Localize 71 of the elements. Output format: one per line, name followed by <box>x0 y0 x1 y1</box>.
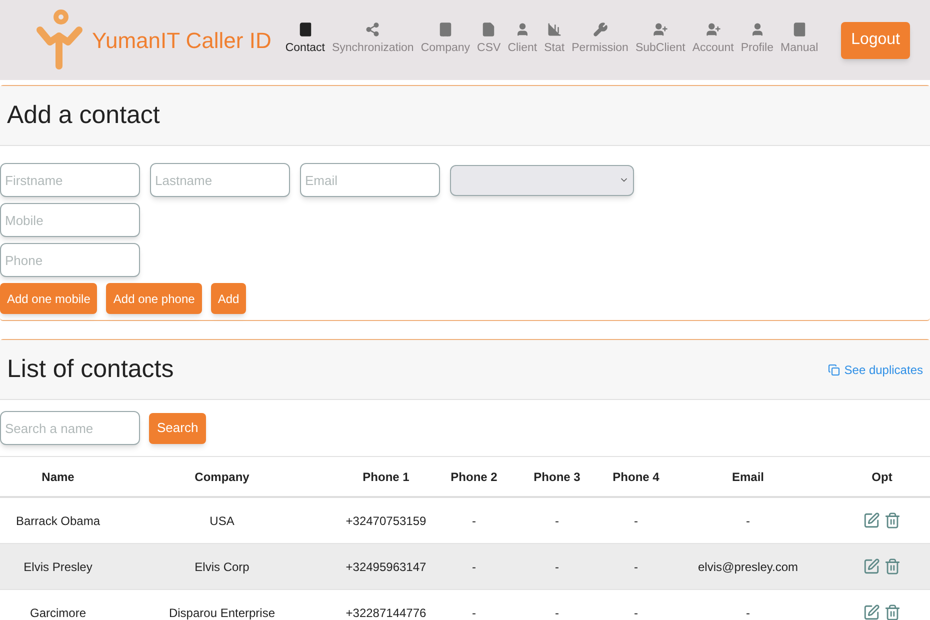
trash-icon[interactable] <box>884 512 901 529</box>
nav-tab[interactable]: Contact <box>285 22 325 58</box>
nav-tab[interactable]: Account <box>692 22 734 58</box>
user-plus-icon <box>652 22 668 38</box>
table-cell-text: +32287144776 <box>344 604 428 620</box>
dropdown-field[interactable] <box>450 164 634 196</box>
nav-tab[interactable]: Profile <box>740 22 774 58</box>
phone-field[interactable]: Phone <box>0 243 140 277</box>
add-button[interactable]: Add one phone <box>106 283 202 314</box>
search-field[interactable]: Search a name <box>0 411 140 445</box>
nav-tab[interactable]: Company <box>420 22 470 58</box>
table-cell-text: - <box>745 604 751 620</box>
table-cell-text: - <box>745 512 751 530</box>
see-duplicates-link[interactable]: See duplicates <box>828 360 923 378</box>
text-field[interactable]: Lastname <box>150 163 290 197</box>
user-plus-icon <box>706 22 721 38</box>
add-button[interactable]: Add one mobile <box>0 283 98 314</box>
column-header: Phone 4 <box>612 468 660 486</box>
logout-button[interactable]: Logout <box>841 22 910 58</box>
text-field[interactable]: Firstname <box>0 163 140 197</box>
card-title: List of contacts <box>7 354 174 385</box>
table-cell-text: elvis@presley.com <box>697 558 799 576</box>
table-cell-text: - <box>554 604 560 620</box>
user-icon <box>514 22 530 38</box>
column-header: Name <box>40 468 76 486</box>
logo-icon <box>34 8 84 72</box>
table-cell-text: Elvis Presley <box>22 558 94 576</box>
add-button[interactable]: Add <box>210 283 246 314</box>
column-header: Opt <box>870 468 894 486</box>
column-header: Email <box>730 468 765 486</box>
table-cell-text: USA <box>208 512 236 530</box>
edit-icon[interactable] <box>863 558 880 575</box>
column-header: Phone 1 <box>362 468 410 486</box>
nav-tab[interactable]: Manual <box>780 22 818 58</box>
brand-name: YumanIT Caller ID <box>92 26 272 54</box>
copy-icon <box>828 364 840 376</box>
table-cell-text: - <box>471 604 477 620</box>
trash-icon[interactable] <box>884 604 901 620</box>
file-icon <box>481 22 496 38</box>
table-cell-text: - <box>471 558 477 576</box>
table-cell-text: Disparou Enterprise <box>168 604 276 620</box>
nav-tab[interactable]: Client <box>508 22 538 58</box>
table-cell-text: - <box>633 512 639 530</box>
column-header: Phone 3 <box>532 468 582 486</box>
nav-tab[interactable]: CSV <box>477 22 501 58</box>
column-header: Phone 2 <box>450 468 498 486</box>
wrench-icon <box>592 22 608 38</box>
nav-tab[interactable]: Stat <box>544 22 565 58</box>
share-icon <box>365 22 380 38</box>
user-icon <box>750 22 765 38</box>
edit-icon[interactable] <box>863 512 880 529</box>
nav-tab[interactable]: Synchronization <box>332 22 414 58</box>
nav-tab[interactable]: SubClient <box>635 22 686 58</box>
table-cell-text: Barrack Obama <box>14 512 102 530</box>
table-cell-text: - <box>471 512 477 530</box>
table-cell-text: - <box>633 558 639 576</box>
table-cell-text: - <box>554 558 560 576</box>
mobile-field[interactable]: Mobile <box>0 203 140 237</box>
table-cell-text: +32470753159 <box>344 512 428 530</box>
nav-tab[interactable]: Permission <box>572 22 628 58</box>
trash-icon[interactable] <box>884 558 901 575</box>
table-cell-text: - <box>633 604 639 620</box>
table-cell-text: Elvis Corp <box>194 558 250 576</box>
text-field[interactable]: Email <box>300 163 440 197</box>
column-header: Company <box>194 468 250 486</box>
search-button[interactable]: Search <box>149 412 206 444</box>
table-cell-text: Garcimore <box>28 604 87 620</box>
card-title: Add a contact <box>7 100 160 131</box>
edit-icon[interactable] <box>863 604 880 620</box>
table-cell-text: +32495963147 <box>344 558 428 576</box>
table-cell-text: - <box>554 512 560 530</box>
